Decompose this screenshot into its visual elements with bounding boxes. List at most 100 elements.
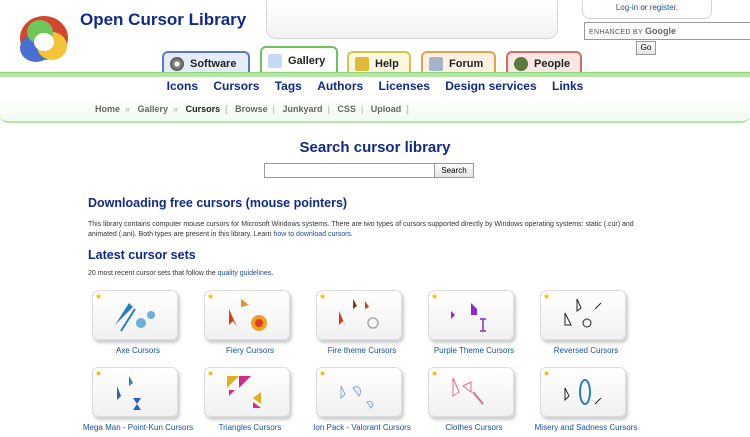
subnav-cursors[interactable]: Cursors (213, 79, 259, 93)
login-or-text: or (640, 3, 648, 12)
pen-icon (429, 56, 443, 71)
site-title[interactable]: Open Cursor Library (80, 10, 246, 30)
pipe-icon: | (272, 104, 276, 114)
cursor-preview: ★ (540, 367, 626, 417)
axe-cursor-icon (115, 303, 155, 332)
pipe-icon: | (360, 104, 364, 114)
cursor-set-card[interactable]: ★ Misery and Sadness Cursors (530, 367, 642, 433)
breadcrumb-browse[interactable]: Browse (235, 104, 268, 114)
star-icon: ★ (543, 369, 551, 378)
cursor-preview: ★ (92, 290, 178, 340)
tab-label: Forum (449, 57, 484, 70)
site-search-input[interactable]: ENHANCED BY Google (584, 22, 750, 40)
register-link[interactable]: register. (650, 3, 678, 12)
cursor-set-name[interactable]: Fire theme Cursors (306, 346, 418, 356)
breadcrumb-cursors[interactable]: Cursors (186, 104, 221, 114)
main-tabs: Software Gallery Help Forum People (0, 46, 750, 74)
tab-label: Help (375, 57, 399, 70)
cursor-set-name[interactable]: Reversed Cursors (530, 346, 642, 356)
subnav-links[interactable]: Links (552, 79, 583, 93)
search-title: Search cursor library (299, 139, 451, 156)
cursor-set-card[interactable]: ★ Fire theme Cursors (306, 290, 418, 356)
ion-cursor-icon (340, 385, 374, 409)
star-icon: ★ (319, 292, 327, 301)
bracket-icon: ] (406, 104, 409, 114)
breadcrumb: Home » Gallery » Cursors [ Browse | Junkyard… (95, 104, 414, 114)
cursor-set-card[interactable]: ★ Mega Man - Point-Kun Cursors (82, 367, 194, 433)
cursor-preview: ★ (540, 290, 626, 340)
login-panel: Log-in or register. (582, 0, 712, 19)
cd-icon (170, 56, 184, 71)
cursor-set-name[interactable]: Purple Theme Cursors (418, 346, 530, 356)
tab-help[interactable]: Help (347, 51, 411, 74)
quality-guidelines-link[interactable]: quality guidelines (218, 270, 272, 277)
subnav-tags[interactable]: Tags (275, 79, 302, 93)
person-icon (514, 56, 528, 71)
breadcrumb-home[interactable]: Home (95, 104, 120, 114)
login-link[interactable]: Log-in (616, 3, 638, 12)
breadcrumb-gallery[interactable]: Gallery (138, 104, 169, 114)
misery-cursor-icon (564, 379, 602, 405)
help-icon (355, 56, 369, 71)
cursor-set-name[interactable]: Mega Man - Point-Kun Cursors (82, 423, 194, 433)
tab-gallery[interactable]: Gallery (260, 46, 338, 74)
tab-software[interactable]: Software (162, 51, 250, 74)
cursor-set-name[interactable]: Ion Pack - Valorant Cursors (306, 423, 418, 433)
breadcrumb-css[interactable]: CSS (337, 104, 356, 114)
google-brand: Google (645, 26, 676, 36)
cursor-set-card[interactable]: ★ Ion Pack - Valorant Cursors (306, 367, 418, 433)
gallery-icon (268, 54, 282, 68)
cursor-preview: ★ (204, 367, 290, 417)
reversed-cursor-icon (564, 298, 602, 328)
latest-paragraph: 20 most recent cursor sets that follow t… (88, 270, 274, 277)
breadcrumb-bar: Home » Gallery » Cursors [ Browse | Junkyard… (0, 97, 750, 123)
subnav-design-services[interactable]: Design services (445, 79, 536, 93)
tab-people[interactable]: People (506, 51, 582, 74)
cursor-preview: ★ (428, 367, 514, 417)
bracket-icon: [ (225, 104, 228, 114)
cursor-set-name[interactable]: Clothes Cursors (418, 423, 530, 433)
tab-forum[interactable]: Forum (421, 51, 496, 74)
star-icon: ★ (207, 369, 215, 378)
breadcrumb-upload[interactable]: Upload (371, 104, 402, 114)
cursor-set-name[interactable]: Axe Cursors (82, 346, 194, 356)
cursor-preview: ★ (92, 367, 178, 417)
star-icon: ★ (431, 292, 439, 301)
tab-label: Gallery (288, 55, 326, 67)
tab-label: People (534, 57, 571, 70)
pipe-icon: | (327, 104, 330, 114)
cursor-set-card[interactable]: ★ Purple Theme Cursors (418, 290, 530, 356)
megaman-cursor-icon (117, 376, 141, 410)
latest-heading: Latest cursor sets (88, 248, 196, 262)
search-button[interactable]: Search (434, 163, 474, 178)
star-icon: ★ (543, 292, 551, 301)
cursor-set-card[interactable]: ★ Reversed Cursors (530, 290, 642, 356)
cursor-preview: ★ (204, 290, 290, 340)
cursor-set-card[interactable]: ★ Fiery Cursors (194, 290, 306, 356)
triangle-cursor-icon (227, 376, 261, 408)
header-title-panel (266, 0, 558, 39)
fiery-cursor-icon (229, 299, 267, 331)
cursor-preview: ★ (316, 367, 402, 417)
cursor-set-card[interactable]: ★ Clothes Cursors (418, 367, 530, 433)
gallery-subnav: Icons Cursors Tags Authors Licenses Desi… (0, 79, 750, 93)
cursor-preview: ★ (316, 290, 402, 340)
cursor-search-input[interactable] (264, 163, 436, 178)
cursor-set-name[interactable]: Misery and Sadness Cursors (530, 423, 642, 433)
breadcrumb-separator-icon: » (125, 104, 131, 114)
cursor-set-card[interactable]: ★ Triangles Cursors (194, 367, 306, 433)
breadcrumb-junkyard[interactable]: Junkyard (283, 104, 323, 114)
subnav-authors[interactable]: Authors (317, 79, 363, 93)
cursor-set-name[interactable]: Triangles Cursors (194, 423, 306, 433)
subnav-icons[interactable]: Icons (167, 79, 198, 93)
clothes-cursor-icon (452, 377, 484, 405)
cursor-set-name[interactable]: Fiery Cursors (194, 346, 306, 356)
fire-theme-cursor-icon (339, 299, 379, 329)
star-icon: ★ (319, 369, 327, 378)
tab-divider (0, 72, 750, 77)
how-to-download-link[interactable]: how to download cursors (273, 231, 350, 238)
google-search-label: ENHANCED BY Google (589, 26, 676, 36)
cursor-set-card[interactable]: ★ Axe Cursors (82, 290, 194, 356)
tab-label: Software (190, 57, 237, 70)
subnav-licenses[interactable]: Licenses (379, 79, 430, 93)
